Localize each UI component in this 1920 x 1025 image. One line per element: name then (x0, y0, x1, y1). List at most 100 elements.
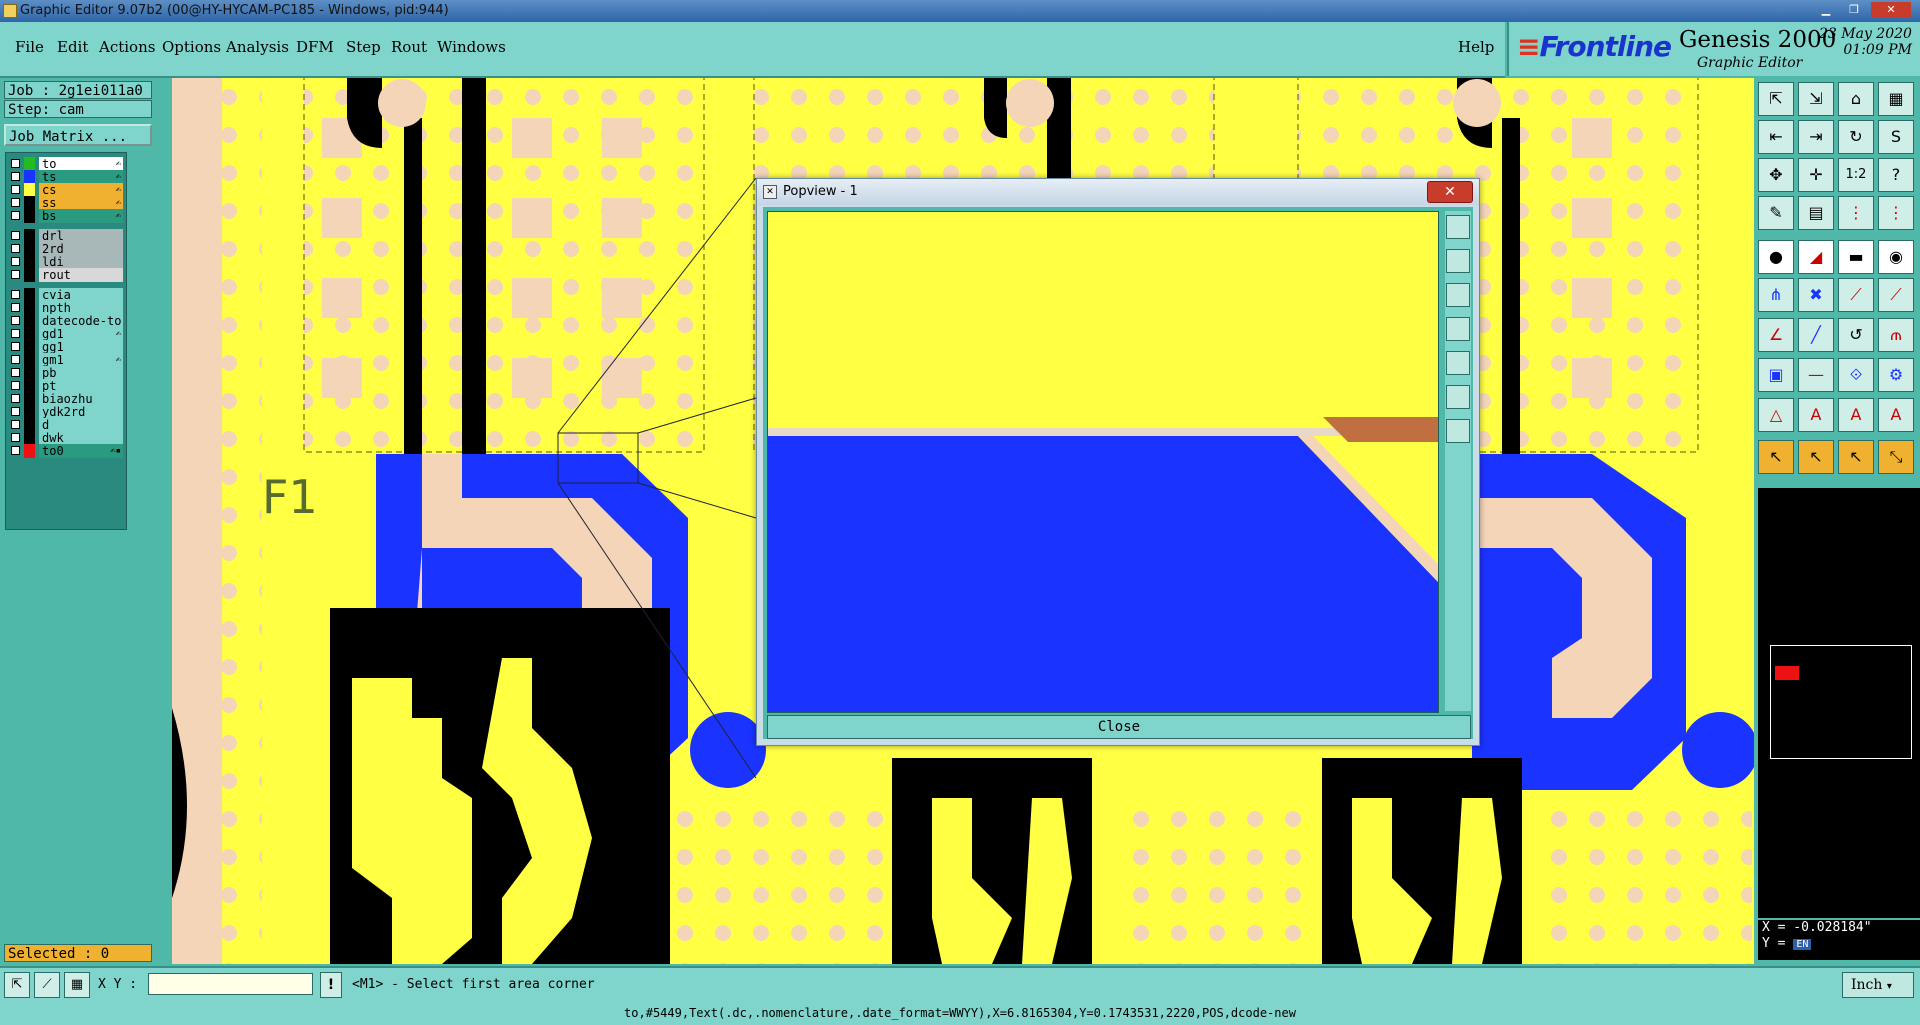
fit-icon[interactable]: ✥ (1758, 158, 1794, 192)
close-button[interactable]: ✕ (1871, 2, 1911, 18)
text-icon-2[interactable]: A (1838, 398, 1874, 432)
layer-row-ss[interactable]: ss ✍ (9, 196, 123, 210)
menu-edit[interactable]: Edit (57, 38, 88, 56)
layer-row-d[interactable]: d (9, 418, 123, 432)
menu-analysis[interactable]: Analysis (226, 38, 289, 56)
measure-icon[interactable]: ◢ (1798, 240, 1834, 274)
menu-rout[interactable]: Rout (391, 38, 427, 56)
tool-icon-13[interactable]: ✎ (1758, 196, 1794, 230)
layer-checkbox[interactable] (11, 394, 20, 403)
layer-checkbox[interactable] (11, 257, 20, 266)
tool-icon-7[interactable]: ↻ (1838, 120, 1874, 154)
net-icon[interactable]: ⋔ (1758, 278, 1794, 312)
pad-icon[interactable]: ◉ (1878, 240, 1914, 274)
xy-input[interactable] (148, 973, 313, 995)
tool-icon-2[interactable]: ⇲ (1798, 82, 1834, 116)
layer-row-cvia[interactable]: cvia (9, 288, 123, 302)
layer-row-cs[interactable]: cs ✍ (9, 183, 123, 197)
popview-close-icon[interactable]: ✕ (1427, 181, 1473, 203)
layer-checkbox[interactable] (11, 407, 20, 416)
arc-icon[interactable]: ↺ (1838, 318, 1874, 352)
cross-icon[interactable]: ✖ (1798, 278, 1834, 312)
triangle-icon[interactable]: △ (1758, 398, 1794, 432)
layer-row-gd1[interactable]: gd1 ✍ (9, 327, 123, 341)
home-icon[interactable]: ⌂ (1838, 82, 1874, 116)
layer-row-drl[interactable]: drl (9, 229, 123, 243)
layer-checkbox[interactable] (11, 185, 20, 194)
line-icon[interactable]: ⟋ (1838, 278, 1874, 312)
tool-icon-30[interactable]: — (1798, 358, 1834, 392)
layer-row-to0[interactable]: to0 ✍▪ (9, 444, 123, 458)
minimize-button[interactable]: ▁ (1815, 2, 1837, 18)
popview-title-bar[interactable]: ✕ Popview - 1 ✕ (757, 179, 1479, 205)
layer-row-dwk[interactable]: dwk (9, 431, 123, 445)
alert-icon[interactable]: ! (320, 972, 342, 998)
layer-row-rout[interactable]: rout (9, 268, 123, 282)
maximize-button[interactable]: ❐ (1843, 2, 1865, 18)
layer-checkbox[interactable] (11, 290, 20, 299)
layer-checkbox[interactable] (11, 368, 20, 377)
minimap[interactable] (1770, 645, 1912, 759)
menu-windows[interactable]: Windows (437, 38, 506, 56)
fork-icon[interactable]: ⫙ (1878, 318, 1914, 352)
menu-actions[interactable]: Actions (99, 38, 155, 56)
layer-checkbox[interactable] (11, 342, 20, 351)
menu-help[interactable]: Help (1458, 38, 1494, 56)
tool-icon-16[interactable]: ⋮ (1878, 196, 1914, 230)
layer-row-ldi[interactable]: ldi (9, 255, 123, 269)
layer-row-gm1[interactable]: gm1 ✍ (9, 353, 123, 367)
cursor-icon-1[interactable]: ↖ (1758, 440, 1794, 474)
zoom-area-icon[interactable]: ⇱ (4, 972, 30, 998)
zoom-diag-icon[interactable]: ⟋ (34, 972, 60, 998)
tool-icon-5[interactable]: ⇤ (1758, 120, 1794, 154)
grid-snap-icon[interactable]: ▦ (64, 972, 90, 998)
layer-checkbox[interactable] (11, 198, 20, 207)
layer-checkbox[interactable] (11, 381, 20, 390)
grid-icon[interactable]: ▦ (1878, 82, 1914, 116)
job-matrix-button[interactable]: Job Matrix ... (4, 124, 152, 146)
units-selector[interactable]: Inch ▾ (1842, 972, 1914, 998)
layer-row-ts[interactable]: ts ✍ (9, 170, 123, 184)
layer-checkbox[interactable] (11, 446, 20, 455)
help-icon[interactable]: ? (1878, 158, 1914, 192)
pan-right-icon[interactable] (1446, 351, 1470, 375)
tool-icon-8[interactable]: S (1878, 120, 1914, 154)
layer-checkbox[interactable] (11, 159, 20, 168)
tool-icon-32[interactable]: ⚙ (1878, 358, 1914, 392)
menu-dfm[interactable]: DFM (296, 38, 334, 56)
menu-options[interactable]: Options (162, 38, 221, 56)
line2-icon[interactable]: ⟋ (1878, 278, 1914, 312)
layer-checkbox[interactable] (11, 211, 20, 220)
menu-step[interactable]: Step (346, 38, 381, 56)
layer-row-ydk2rd[interactable]: ydk2rd (9, 405, 123, 419)
pan-up-icon[interactable] (1446, 249, 1470, 273)
pan-left-icon[interactable] (1446, 317, 1470, 341)
layer-checkbox[interactable] (11, 329, 20, 338)
cursor-icon-3[interactable]: ↖ (1838, 440, 1874, 474)
zoom-fit-icon[interactable] (1446, 215, 1470, 239)
pan-down-icon[interactable] (1446, 283, 1470, 307)
layer-row-2rd[interactable]: 2rd (9, 242, 123, 256)
text-icon-1[interactable]: A (1798, 398, 1834, 432)
layer-checkbox[interactable] (11, 244, 20, 253)
layer-checkbox[interactable] (11, 303, 20, 312)
layer-checkbox[interactable] (11, 355, 20, 364)
tool-icon-14[interactable]: ▤ (1798, 196, 1834, 230)
snap-icon[interactable]: ● (1758, 240, 1794, 274)
layer-row-datecode-to[interactable]: datecode-to (9, 314, 123, 328)
layer-row-to[interactable]: to ✍ (9, 157, 123, 171)
layer-checkbox[interactable] (11, 231, 20, 240)
layer-row-npth[interactable]: npth (9, 301, 123, 315)
diagonal-icon[interactable]: ╱ (1798, 318, 1834, 352)
layer-row-gg1[interactable]: gg1 (9, 340, 123, 354)
tool-icon-31[interactable]: ⟐ (1838, 358, 1874, 392)
menu-file[interactable]: File (15, 38, 44, 56)
cursor-icon-2[interactable]: ↖ (1798, 440, 1834, 474)
tool-icon-29[interactable]: ▣ (1758, 358, 1794, 392)
popview-close-button[interactable]: Close (767, 715, 1471, 739)
zoom-out-icon[interactable] (1446, 419, 1470, 443)
layer-checkbox[interactable] (11, 433, 20, 442)
zoom-in-icon[interactable] (1446, 385, 1470, 409)
layer-row-pb[interactable]: pb (9, 366, 123, 380)
tool-icon-6[interactable]: ⇥ (1798, 120, 1834, 154)
